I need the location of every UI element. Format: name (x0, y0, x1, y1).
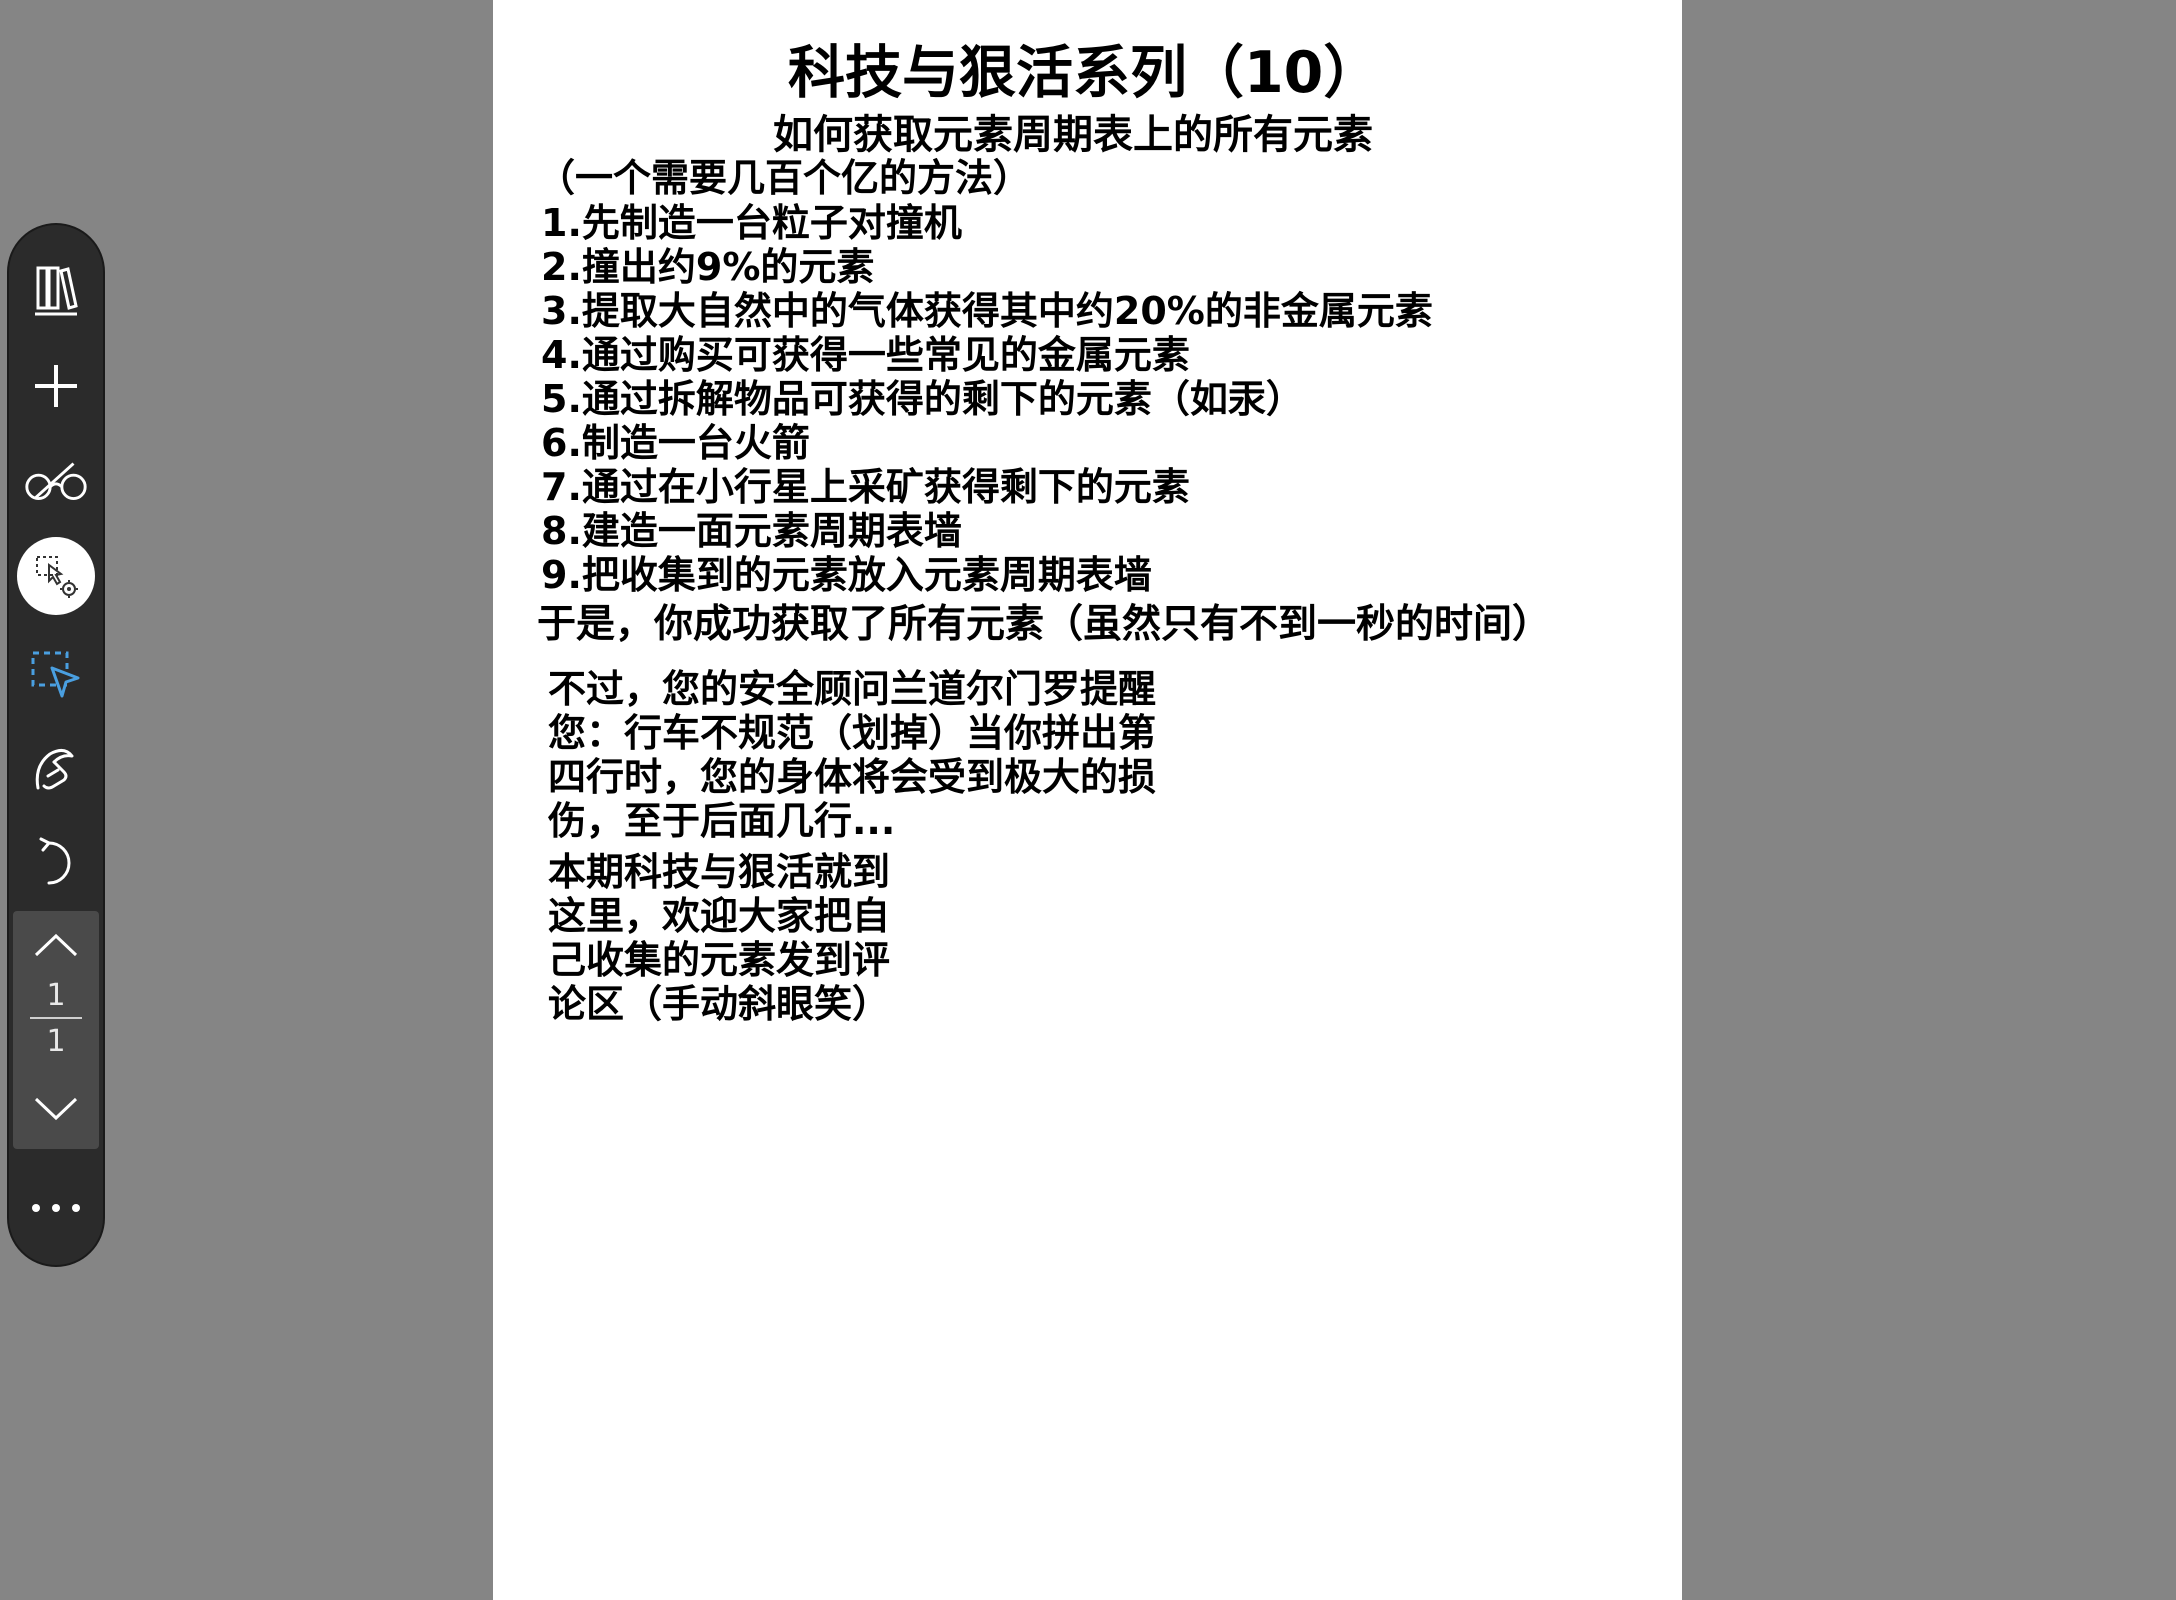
outro-line-4: 论区（手动斜眼笑） (548, 982, 891, 1026)
step-4: 4.通过购买可获得一些常见的金属元素 (541, 333, 1190, 377)
step-5: 5.通过拆解物品可获得的剩下的元素（如汞） (541, 377, 1304, 421)
plus-icon (35, 365, 77, 407)
step-8: 8.建造一面元素周期表墙 (541, 509, 962, 553)
warning-line-3: 四行时，您的身体将会受到极大的损 (548, 755, 1157, 799)
previous-page-button[interactable] (26, 923, 86, 967)
step-6: 6.制造一台火箭 (541, 421, 810, 465)
warning-line-1: 不过，您的安全顾问兰道尔门罗提醒 (548, 667, 1157, 711)
outro-line-1: 本期科技与狠活就到 (548, 850, 891, 894)
step-2: 2.撞出约9%的元素 (541, 245, 875, 289)
document-subtitle: 如何获取元素周期表上的所有元素 (773, 112, 1373, 158)
page-navigator: 1 1 (13, 911, 99, 1149)
page-divider (30, 1017, 82, 1019)
next-page-button[interactable] (26, 1087, 86, 1131)
step-9: 9.把收集到的元素放入元素周期表墙 (541, 553, 1152, 597)
warning-line-4: 伤，至于后面几行... (548, 799, 896, 843)
document-page[interactable]: 科技与狠活系列（10） 如何获取元素周期表上的所有元素 （一个需要几百个亿的方法… (493, 0, 1682, 1600)
chevron-up-icon (34, 933, 78, 957)
warning-line-2: 您：行车不规范（划掉）当你拼出第 (548, 711, 1157, 755)
document-conclusion: 于是，你成功获取了所有元素（虽然只有不到一秒的时间） (537, 602, 1552, 647)
glasses-icon (25, 462, 87, 500)
finger-draw-icon (35, 749, 74, 790)
books-icon (35, 266, 78, 316)
step-7: 7.通过在小行星上采矿获得剩下的元素 (541, 465, 1190, 509)
outro-line-2: 这里，欢迎大家把自 (548, 894, 891, 938)
more-options-button[interactable] (21, 1173, 91, 1243)
document-title: 科技与狠活系列（10） (788, 40, 1381, 106)
chevron-down-icon (34, 1097, 78, 1121)
lasso-select-button[interactable] (21, 641, 91, 711)
undo-button[interactable] (21, 827, 91, 897)
dashed-select-pointer-icon (31, 651, 80, 698)
touch-draw-button[interactable] (21, 735, 91, 805)
outro-line-3: 己收集的元素发到评 (548, 938, 891, 982)
document-note: （一个需要几百个亿的方法） (537, 156, 1032, 200)
reading-mode-button[interactable] (21, 447, 91, 517)
undo-icon (39, 837, 71, 885)
more-dots-icon (32, 1204, 80, 1212)
app-viewport: 科技与狠活系列（10） 如何获取元素周期表上的所有元素 （一个需要几百个亿的方法… (0, 0, 2176, 1600)
add-button[interactable] (21, 351, 91, 421)
step-3: 3.提取大自然中的气体获得其中约20%的非金属元素 (541, 289, 1433, 333)
library-button[interactable] (21, 255, 91, 325)
step-1: 1.先制造一台粒子对撞机 (541, 201, 962, 245)
select-settings-button[interactable] (17, 537, 95, 615)
side-toolbar: 1 1 (9, 225, 103, 1265)
current-page-number: 1 (46, 978, 66, 1013)
selection-gear-icon (36, 556, 78, 598)
total-pages-number: 1 (46, 1024, 66, 1059)
